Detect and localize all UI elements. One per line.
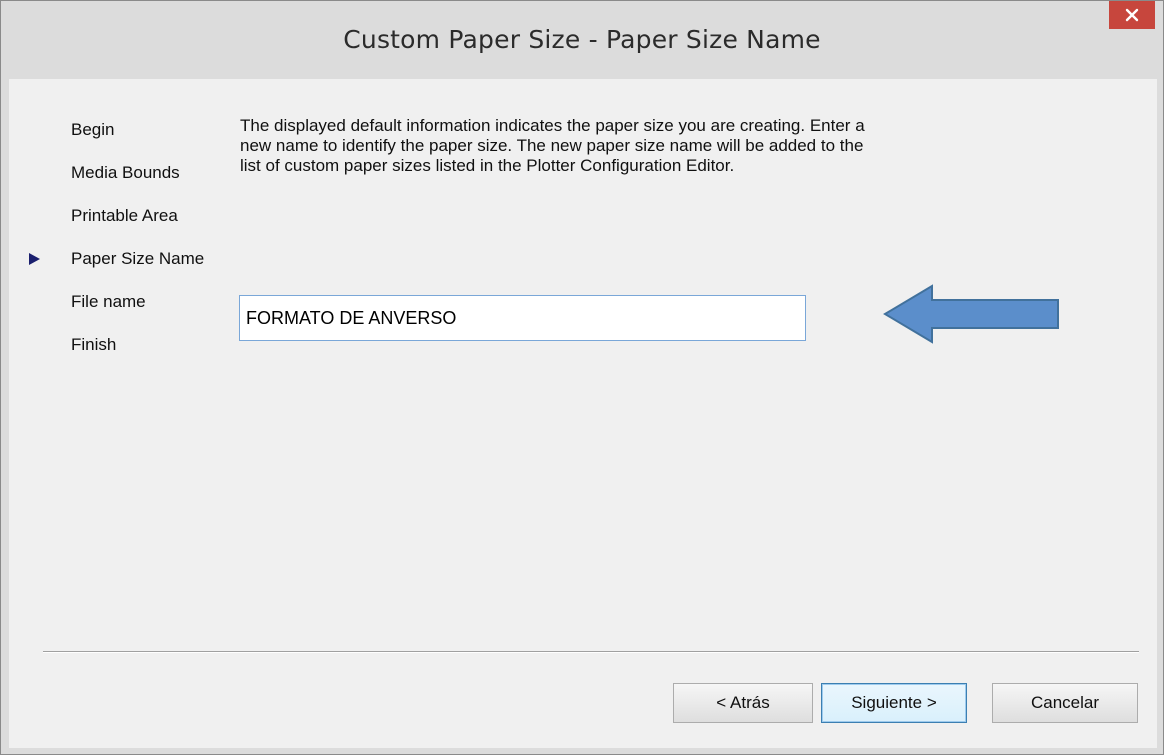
step-printable-area: Printable Area (9, 197, 239, 240)
dialog-body: Begin Media Bounds Printable Area Paper … (9, 79, 1157, 748)
title-bar[interactable]: Custom Paper Size - Paper Size Name (1, 1, 1163, 79)
step-label: Printable Area (71, 206, 178, 225)
step-finish: Finish (9, 326, 239, 369)
instructions-text: The displayed default information indica… (240, 116, 865, 175)
step-label: Media Bounds (71, 163, 180, 182)
window-title: Custom Paper Size - Paper Size Name (343, 25, 821, 54)
step-label: Paper Size Name (71, 249, 205, 268)
step-label: Finish (71, 335, 117, 354)
left-arrow-annotation-icon (883, 284, 1059, 344)
step-media-bounds: Media Bounds (9, 154, 239, 197)
close-button[interactable] (1109, 1, 1155, 29)
close-icon (1125, 8, 1139, 22)
footer-separator (43, 651, 1139, 653)
step-label: Begin (71, 120, 115, 139)
paper-size-name-input[interactable] (239, 295, 806, 341)
step-file-name: File name (9, 283, 239, 326)
back-button[interactable]: < Atrás (673, 683, 813, 723)
wizard-steps-list: Begin Media Bounds Printable Area Paper … (9, 111, 239, 369)
step-begin: Begin (9, 111, 239, 154)
next-button[interactable]: Siguiente > (821, 683, 967, 723)
step-label: File name (71, 292, 146, 311)
custom-paper-size-dialog: Custom Paper Size - Paper Size Name Begi… (0, 0, 1164, 755)
current-step-triangle-icon (29, 253, 40, 265)
step-paper-size-name: Paper Size Name (9, 240, 239, 283)
cancel-button[interactable]: Cancelar (992, 683, 1138, 723)
